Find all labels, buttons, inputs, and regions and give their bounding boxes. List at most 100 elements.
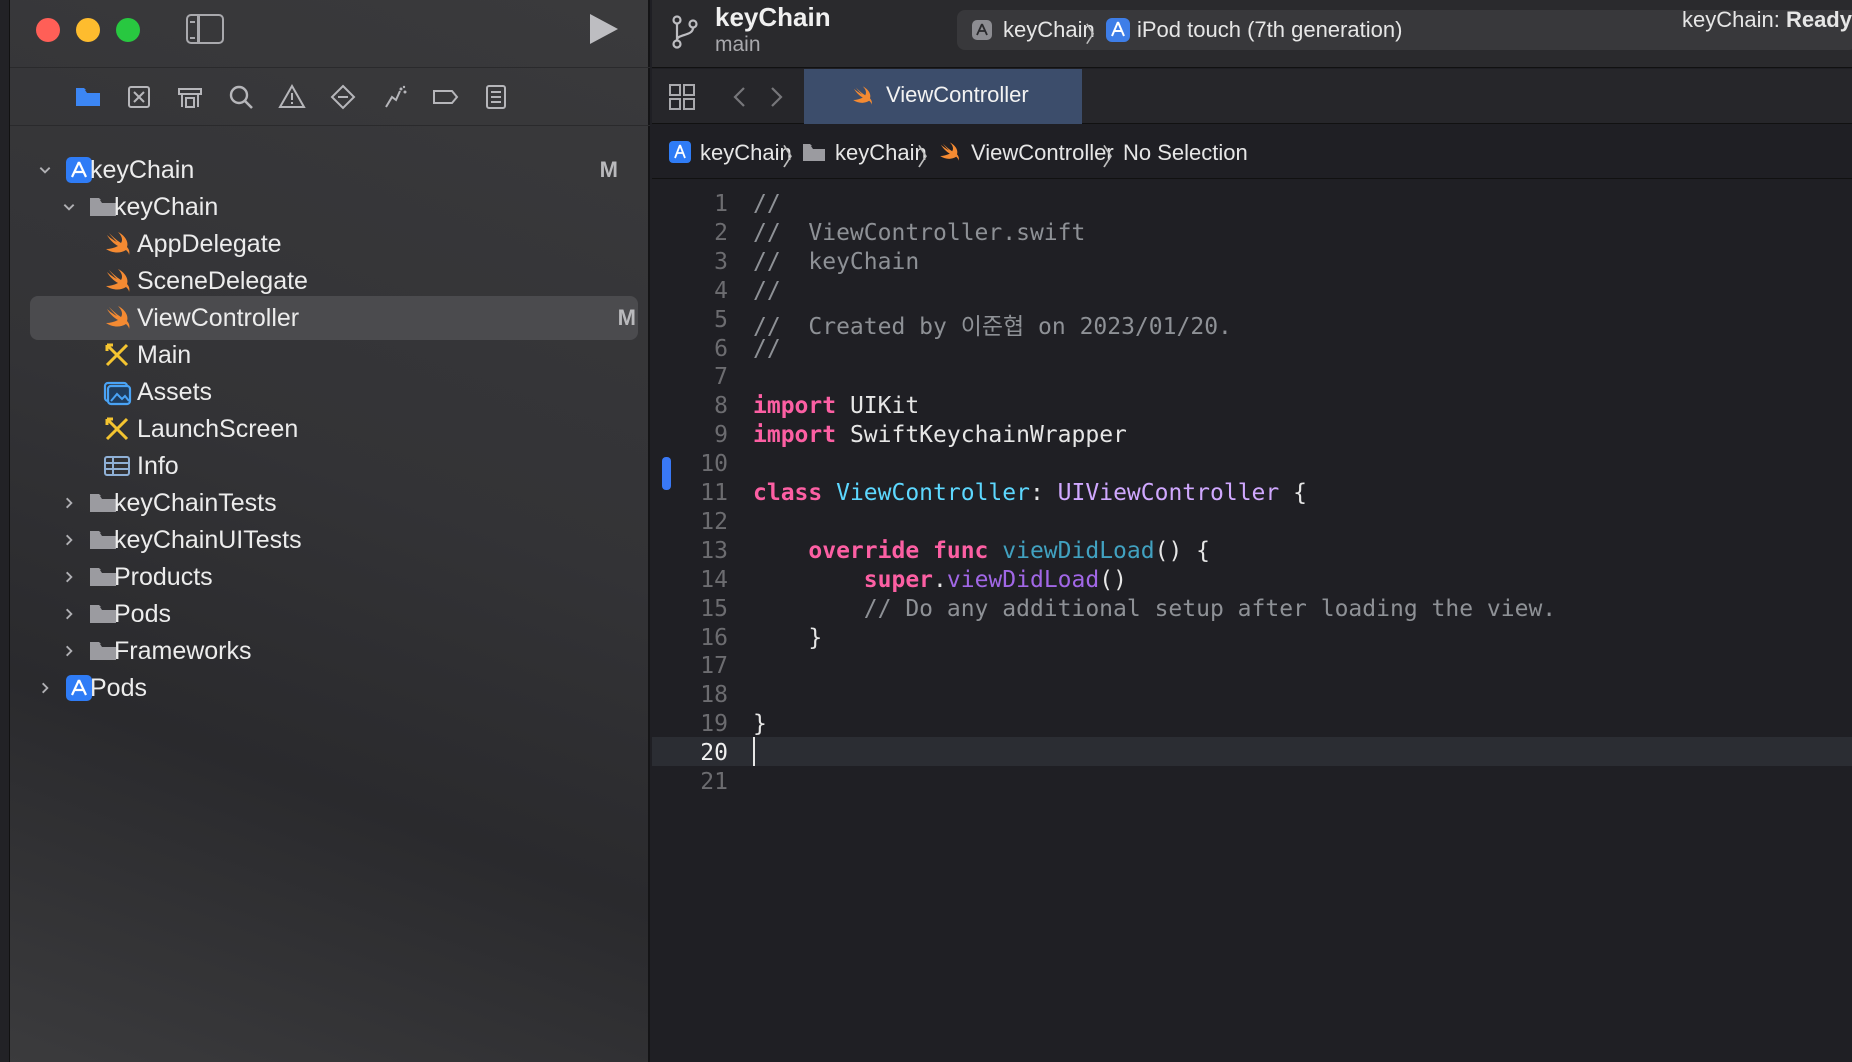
tree-item-label: Pods: [90, 673, 147, 702]
code-line[interactable]: 9 import SwiftKeychainWrapper: [652, 419, 1852, 448]
code-text: //: [753, 336, 781, 362]
chevron-down-icon[interactable]: [38, 163, 52, 177]
report-icon[interactable]: [481, 82, 511, 112]
tab-label: ViewController: [886, 82, 1029, 107]
tree-item-label: Frameworks: [114, 636, 252, 665]
code-line[interactable]: 12: [652, 506, 1852, 535]
code-keyword: import: [753, 422, 837, 449]
status-label: keyChain:: [1682, 7, 1786, 32]
code-line[interactable]: 5// Created by 이준협 on 2023/01/20.: [652, 304, 1852, 340]
swift-icon: [940, 142, 959, 161]
chevron-right-icon[interactable]: [62, 570, 76, 584]
code-text: //: [753, 278, 781, 304]
scheme-name[interactable]: keyChain: [1003, 17, 1095, 43]
folder-icon[interactable]: [73, 82, 103, 112]
code-line[interactable]: 2 // ViewController.swift: [652, 217, 1852, 246]
zoom-window-button[interactable]: [116, 18, 140, 42]
breadcrumb-item[interactable]: keyChain: [700, 140, 792, 166]
code-text: }: [753, 711, 767, 737]
breadcrumb-item[interactable]: No Selection: [1123, 140, 1248, 166]
code-keyword: class: [753, 480, 823, 506]
line-number: 17: [700, 653, 728, 680]
code-line[interactable]: 6 //: [652, 333, 1852, 362]
chevron-right-icon[interactable]: [62, 607, 76, 621]
scheme-app-icon: [972, 20, 992, 40]
storyboard-icon: [102, 340, 132, 370]
line-number: 1: [714, 191, 728, 217]
code-text: class ViewController: UIViewController {: [753, 480, 1307, 506]
device-name[interactable]: iPod touch (7th generation): [1137, 17, 1402, 43]
breadcrumb-item[interactable]: ViewController: [971, 140, 1114, 166]
tab-bar: ViewController: [652, 69, 1852, 124]
tree-item-pods-project[interactable]: Pods: [10, 666, 640, 710]
code-keyword: func: [919, 537, 989, 564]
chevron-right-icon[interactable]: [766, 85, 786, 109]
swift-icon: [102, 266, 132, 296]
tree-item-label: SceneDelegate: [137, 266, 308, 295]
chevron-right-icon[interactable]: [38, 681, 52, 695]
code-line[interactable]: 15 // Do any additional setup after load…: [652, 593, 1852, 622]
breakpoint-icon[interactable]: [430, 82, 460, 112]
tab-viewcontroller[interactable]: ViewController: [804, 69, 1082, 124]
line-number: 6: [714, 335, 728, 362]
code-plain: :: [1029, 480, 1044, 506]
code-comment: // ViewController.swift: [753, 219, 1086, 246]
window-edge: [0, 0, 10, 1062]
related-items-icon[interactable]: [668, 83, 696, 111]
status-value: Ready: [1785, 7, 1852, 32]
code-line[interactable]: 19}: [652, 708, 1852, 737]
project-navigator: keyChain M keyChain AppDelegate SceneDel…: [0, 0, 650, 1062]
test-icon[interactable]: [328, 82, 358, 112]
code-line[interactable]: 13 override func viewDidLoad() {: [652, 535, 1852, 564]
chevron-left-icon[interactable]: [730, 85, 750, 109]
code-editor[interactable]: 1//2// ViewController.swift 3// keyChain 4…: [652, 180, 1852, 1062]
code-line[interactable]: 16 }: [652, 622, 1852, 651]
code-line[interactable]: 3 // keyChain: [652, 246, 1852, 275]
run-button[interactable]: [590, 14, 618, 44]
scheme-separator-icon: 〉: [1085, 22, 1108, 47]
tree-item-label: Main: [137, 340, 192, 369]
code-line[interactable]: 17: [652, 650, 1852, 679]
symbol-icon[interactable]: [175, 82, 205, 112]
branch-name: main: [715, 33, 761, 56]
line-number: 13: [700, 537, 728, 564]
navigator-titlebar: [10, 0, 650, 68]
code-line[interactable]: 8 import UIKit: [652, 390, 1852, 419]
close-window-button[interactable]: [36, 18, 60, 42]
chevron-right-icon[interactable]: [62, 496, 76, 510]
line-number: 4: [714, 277, 728, 304]
warning-icon[interactable]: [277, 82, 307, 112]
code-plain: }: [753, 711, 767, 738]
code-line[interactable]: 21: [652, 766, 1852, 795]
swift-icon: [102, 229, 132, 259]
code-line[interactable]: 11 class ViewController: UIViewController…: [652, 477, 1852, 506]
chevron-right-icon[interactable]: [62, 644, 76, 658]
chevron-down-icon[interactable]: [62, 200, 76, 214]
tree-item-label: Info: [137, 451, 179, 480]
code-line[interactable]: 20: [652, 737, 1852, 766]
plist-icon: [102, 451, 132, 481]
code-text: // Do any additional setup after loading…: [753, 596, 1556, 622]
line-number: 16: [700, 624, 728, 651]
tree-item-label: Assets: [137, 377, 213, 406]
minimize-window-button[interactable]: [76, 18, 100, 42]
source-control-icon[interactable]: [124, 82, 154, 112]
code-plain: (): [1099, 566, 1127, 593]
code-line[interactable]: 14 super.viewDidLoad(): [652, 564, 1852, 593]
code-plain: SwiftKeychainWrapper: [836, 422, 1127, 449]
code-line[interactable]: 4 //: [652, 275, 1852, 304]
code-text: // ViewController.swift: [753, 220, 1085, 246]
debug-icon[interactable]: [379, 82, 409, 112]
folder-icon: [803, 144, 825, 161]
code-method-call: viewDidLoad: [946, 566, 1100, 593]
code-line[interactable]: 7: [652, 361, 1852, 390]
sidebar-toggle-icon[interactable]: [186, 14, 224, 44]
breadcrumb-item[interactable]: keyChain: [835, 140, 927, 166]
storyboard-icon: [102, 414, 132, 444]
code-line[interactable]: 1 //: [652, 188, 1852, 217]
search-icon[interactable]: [226, 82, 256, 112]
code-line[interactable]: 10: [652, 448, 1852, 477]
chevron-right-icon[interactable]: [62, 533, 76, 547]
code-line[interactable]: 18: [652, 679, 1852, 708]
line-number: 7: [714, 364, 728, 391]
